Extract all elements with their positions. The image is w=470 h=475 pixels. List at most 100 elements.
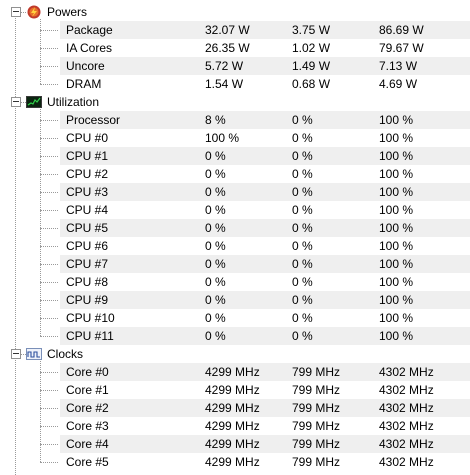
tree-connector: [40, 174, 58, 175]
sensor-max-value: 100 %: [379, 113, 414, 127]
tree-connector: [40, 300, 58, 301]
sensor-max-value: 100 %: [379, 131, 414, 145]
sensor-min-value: 0 %: [292, 113, 313, 127]
sensor-current-value: 0 %: [205, 185, 226, 199]
sensor-row[interactable]: CPU #11 0 % 0 % 100 %: [60, 327, 470, 345]
sensor-current-value: 0 %: [205, 167, 226, 181]
sensor-current-value: 26.35 W: [205, 41, 250, 55]
sensor-row[interactable]: CPU #8 0 % 0 % 100 %: [60, 273, 470, 291]
sensor-tree[interactable]: Powers Package 32.07 W 3.75 W 86.69 W IA Core…: [0, 0, 470, 475]
sensor-name: Package: [66, 23, 113, 37]
tree-connector: [40, 228, 58, 229]
sensor-current-value: 1.54 W: [205, 77, 244, 91]
sensor-min-value: 799 MHz: [292, 383, 341, 397]
sensor-min-value: 0 %: [292, 203, 313, 217]
sensor-current-value: 4299 MHz: [205, 437, 260, 451]
sensor-current-value: 0 %: [205, 275, 226, 289]
sensor-name: CPU #11: [66, 329, 114, 343]
collapse-toggle-icon[interactable]: [11, 349, 21, 359]
sensor-name: CPU #10: [66, 311, 115, 325]
clock-wave-icon: [26, 347, 42, 361]
sensor-current-value: 100 %: [205, 131, 240, 145]
tree-connector: [40, 318, 58, 319]
sensor-max-value: 4302 MHz: [379, 455, 434, 469]
sensor-current-value: 0 %: [205, 329, 226, 343]
sensor-row[interactable]: CPU #9 0 % 0 % 100 %: [60, 291, 470, 309]
sensor-row[interactable]: CPU #2 0 % 0 % 100 %: [60, 165, 470, 183]
sensor-current-value: 8 %: [205, 113, 226, 127]
sensor-min-value: 0 %: [292, 329, 313, 343]
sensor-max-value: 4302 MHz: [379, 419, 434, 433]
sensor-min-value: 799 MHz: [292, 365, 341, 379]
sensor-current-value: 4299 MHz: [205, 419, 260, 433]
sensor-row[interactable]: CPU #7 0 % 0 % 100 %: [60, 255, 470, 273]
tree-connector: [15, 14, 16, 475]
sensor-row[interactable]: DRAM 1.54 W 0.68 W 4.69 W: [60, 75, 470, 93]
sensor-row[interactable]: CPU #5 0 % 0 % 100 %: [60, 219, 470, 237]
collapse-toggle-icon[interactable]: [11, 7, 21, 17]
tree-connector: [40, 120, 58, 121]
sensor-name: CPU #3: [66, 185, 109, 199]
sensor-name: CPU #6: [66, 239, 109, 253]
sensor-name: Core #5: [66, 455, 109, 469]
sensor-name: Core #1: [66, 383, 109, 397]
sensor-min-value: 799 MHz: [292, 437, 341, 451]
sensor-row[interactable]: Uncore 5.72 W 1.49 W 7.13 W: [60, 57, 470, 75]
sensor-current-value: 0 %: [205, 311, 226, 325]
tree-connector: [40, 372, 58, 373]
tree-connector: [40, 336, 58, 337]
sensor-current-value: 4299 MHz: [205, 365, 260, 379]
sensor-current-value: 4299 MHz: [205, 401, 260, 415]
sensor-current-value: 0 %: [205, 239, 226, 253]
sensor-max-value: 100 %: [379, 329, 414, 343]
sensor-row[interactable]: CPU #4 0 % 0 % 100 %: [60, 201, 470, 219]
sensor-max-value: 79.67 W: [379, 41, 424, 55]
sensor-row[interactable]: IA Cores 26.35 W 1.02 W 79.67 W: [60, 39, 470, 57]
sensor-row[interactable]: CPU #6 0 % 0 % 100 %: [60, 237, 470, 255]
sensor-max-value: 100 %: [379, 185, 414, 199]
sensor-min-value: 0 %: [292, 293, 313, 307]
sensor-row[interactable]: Package 32.07 W 3.75 W 86.69 W: [60, 21, 470, 39]
sensor-row[interactable]: Core #5 4299 MHz 799 MHz 4302 MHz: [60, 453, 470, 471]
tree-connector: [40, 138, 58, 139]
tree-connector: [40, 426, 58, 427]
group-label-clocks[interactable]: Clocks: [47, 345, 83, 363]
sensor-row[interactable]: CPU #1 0 % 0 % 100 %: [60, 147, 470, 165]
sensor-row[interactable]: Core #1 4299 MHz 799 MHz 4302 MHz: [60, 381, 470, 399]
flame-power-icon: [26, 5, 42, 19]
sensor-min-value: 0 %: [292, 275, 313, 289]
tree-connector: [40, 30, 58, 31]
sensor-max-value: 4.69 W: [379, 77, 418, 91]
sensor-row[interactable]: Core #3 4299 MHz 799 MHz 4302 MHz: [60, 417, 470, 435]
sensor-row[interactable]: CPU #10 0 % 0 % 100 %: [60, 309, 470, 327]
tree-connector: [40, 282, 58, 283]
sensor-row[interactable]: Core #4 4299 MHz 799 MHz 4302 MHz: [60, 435, 470, 453]
sensor-current-value: 0 %: [205, 149, 226, 163]
sensor-max-value: 100 %: [379, 293, 414, 307]
sensor-name: IA Cores: [66, 41, 113, 55]
tree-connector: [40, 192, 58, 193]
group-label-utilization[interactable]: Utilization: [47, 93, 99, 111]
sensor-min-value: 0 %: [292, 257, 313, 271]
sensor-row[interactable]: Core #2 4299 MHz 799 MHz 4302 MHz: [60, 399, 470, 417]
sensor-name: CPU #9: [66, 293, 109, 307]
sensor-name: CPU #1: [66, 149, 109, 163]
sensor-max-value: 100 %: [379, 203, 414, 217]
sensor-name: CPU #5: [66, 221, 109, 235]
sensor-name: Processor: [66, 113, 121, 127]
sensor-row[interactable]: CPU #0 100 % 0 % 100 %: [60, 129, 470, 147]
sensor-name: Core #3: [66, 419, 109, 433]
sensor-row[interactable]: Core #0 4299 MHz 799 MHz 4302 MHz: [60, 363, 470, 381]
sensor-name: Core #0: [66, 365, 109, 379]
sensor-row[interactable]: CPU #3 0 % 0 % 100 %: [60, 183, 470, 201]
sensor-name: CPU #2: [66, 167, 109, 181]
tree-connector: [40, 462, 58, 463]
sensor-row[interactable]: Processor 8 % 0 % 100 %: [60, 111, 470, 129]
collapse-toggle-icon[interactable]: [11, 97, 21, 107]
sensor-min-value: 0 %: [292, 221, 313, 235]
sensor-max-value: 4302 MHz: [379, 383, 434, 397]
sensor-min-value: 0 %: [292, 167, 313, 181]
group-label-powers[interactable]: Powers: [47, 3, 87, 21]
sensor-min-value: 799 MHz: [292, 419, 341, 433]
sensor-name: CPU #0: [66, 131, 109, 145]
